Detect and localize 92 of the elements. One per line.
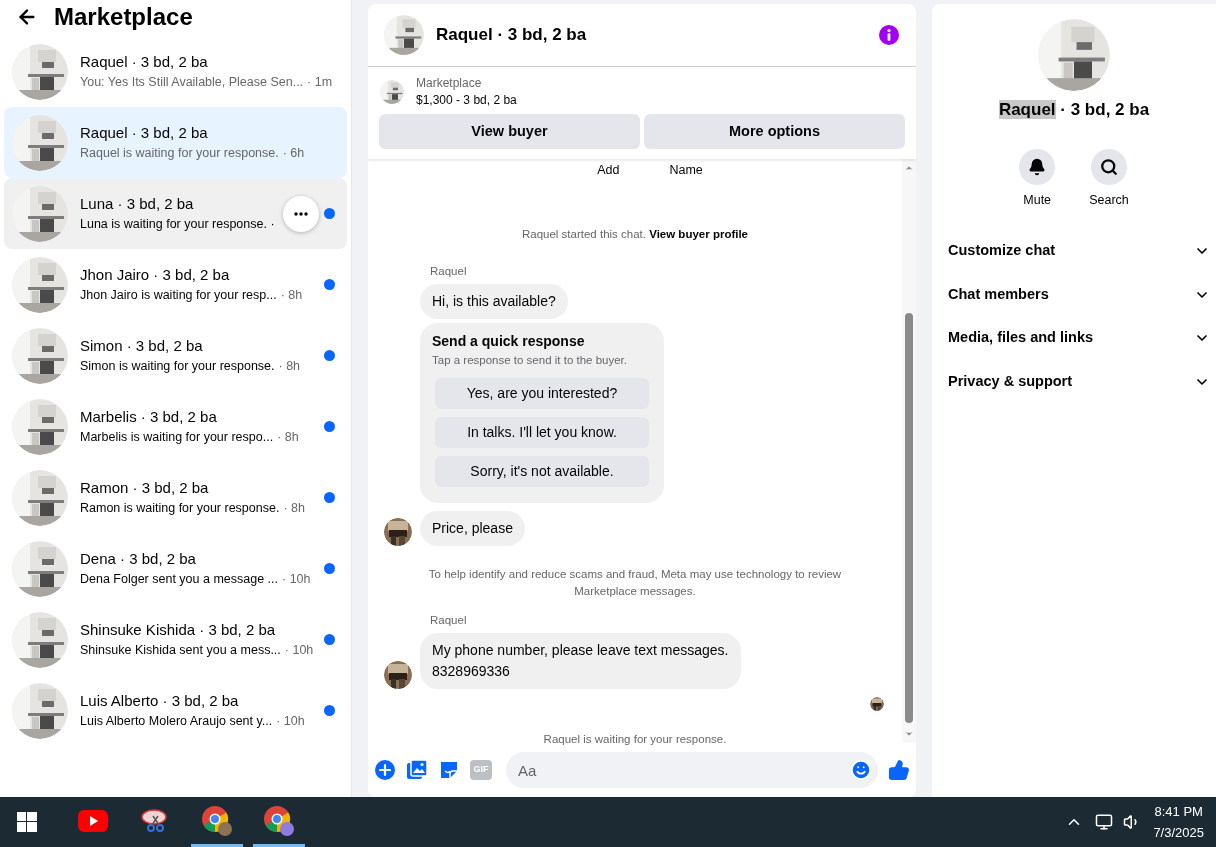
scrollbar[interactable] [902, 159, 916, 743]
message-bubble: My phone number, please leave text messages. 8328969336 [420, 633, 741, 690]
conversation-item[interactable]: Raquel · 3 bd, 2 ba Raquel is waiting for your response. · 6h [4, 107, 347, 178]
chat-notice: Raquel is waiting for your response. [542, 732, 728, 748]
conversation-item[interactable]: Dena · 3 bd, 2 ba Dena Folger sent you a message ... · 10h [4, 533, 347, 604]
message-time: · 8h [280, 287, 303, 305]
conversation-name: Shinsuke Kishida · 3 bd, 2 ba [80, 619, 276, 640]
scroll-up-icon[interactable] [904, 163, 914, 173]
conversation-name: Raquel · 3 bd, 2 ba [80, 51, 208, 72]
details-section[interactable]: Media, files and links [932, 316, 1216, 360]
conversation-name: Simon · 3 bd, 2 ba [80, 335, 203, 356]
message-preview: Shinsuke Kishida sent you a mess... [80, 642, 281, 660]
chat-notice: To help identify and reduce scams and fraud, Meta may use technology to review Marketplace messages. [427, 566, 843, 599]
conversation-item[interactable]: Marbelis · 3 bd, 2 ba Marbelis is waiting for your respo... · 8h [4, 391, 347, 462]
message-time: · 6h [282, 145, 305, 163]
conversation-name: Ramon · 3 bd, 2 ba [80, 477, 209, 498]
conversation-name: Luis Alberto · 3 bd, 2 ba [80, 690, 239, 711]
contact-name: Raquel · 3 bd, 2 ba [998, 99, 1150, 121]
quick-response-title: Send a quick response [432, 332, 586, 352]
conversation-item[interactable]: Simon · 3 bd, 2 ba Simon is waiting for your response. · 8h [4, 320, 347, 391]
details-section[interactable]: Privacy & support [932, 359, 1216, 404]
message-preview: You: Yes Its Still Available, Please Sen... [80, 74, 304, 92]
message-time: · 8h [277, 429, 299, 447]
message-time: · 8h [278, 358, 301, 376]
like-icon[interactable] [888, 759, 910, 781]
message-preview: Raquel is waiting for your response. [80, 145, 279, 163]
conversation-name: Dena · 3 bd, 2 ba [80, 548, 196, 569]
more-icon [294, 211, 308, 216]
conversation-item[interactable]: Raquel · 3 bd, 2 ba You: Yes Its Still Available, Please Sen... · 1m [4, 36, 347, 107]
quick-response-button[interactable]: Sorry, it's not available. [435, 455, 649, 487]
message-input[interactable]: Aa [506, 752, 878, 788]
message-bubble: Price, please [420, 510, 525, 546]
clock-time: 8:41 PM [1154, 803, 1203, 821]
quick-response-button[interactable]: In talks. I'll let you know. [435, 416, 649, 448]
message-preview: Luis Alberto Molero Araujo sent y... [80, 713, 273, 731]
message-time: · 10h [284, 642, 314, 660]
browser-app-icon [201, 804, 233, 837]
action-label: Search [1089, 191, 1129, 209]
sender-name: Raquel [430, 264, 468, 279]
listing-summary: $1,300 - 3 bd, 2 ba [416, 92, 517, 109]
more-options-button[interactable] [283, 195, 319, 232]
quick-response-subtitle: Tap a response to send it to the buyer. [432, 353, 628, 369]
bell-icon [1028, 157, 1047, 176]
sticker-icon[interactable] [438, 759, 460, 781]
message-preview: Ramon is waiting for your response. [80, 500, 280, 518]
conversation-name: Raquel · 3 bd, 2 ba [80, 122, 208, 143]
clock-date: 7/3/2025 [1153, 824, 1204, 842]
conversation-name: Marbelis · 3 bd, 2 ba [80, 406, 217, 427]
scroll-down-icon[interactable] [904, 729, 914, 739]
page-title: Marketplace [54, 2, 193, 32]
action-label: Mute [1023, 191, 1052, 209]
mute-button[interactable] [1019, 148, 1056, 185]
browser-app-icon [263, 804, 295, 837]
info-icon[interactable] [878, 24, 900, 46]
emoji-icon[interactable] [850, 759, 872, 781]
header-label: Name [669, 162, 703, 179]
message-bubble: Hi, is this available? [420, 284, 568, 320]
details-section[interactable]: Chat members [932, 272, 1216, 317]
sender-name: Raquel [430, 613, 468, 628]
conversation-name: Jhon Jairo · 3 bd, 2 ba [80, 264, 230, 285]
conversation-item[interactable]: Jhon Jairo · 3 bd, 2 ba Jhon Jairo is waiting for your resp... · 8h [4, 249, 347, 320]
conversation-item[interactable]: Luis Alberto · 3 bd, 2 ba Luis Alberto Molero Araujo sent y... · 10h [4, 675, 347, 746]
search-button[interactable] [1091, 148, 1127, 185]
conversation-item[interactable]: Ramon · 3 bd, 2 ba Ramon is waiting for your response. · 8h [4, 462, 347, 533]
message-preview: Simon is waiting for your response. [80, 358, 275, 376]
scissors-app-icon [141, 806, 169, 835]
search-icon [1100, 157, 1118, 176]
message-time: · 8h [283, 500, 305, 518]
message-time: · 10h [282, 571, 311, 589]
message-time: · 1m [307, 74, 333, 92]
message-preview: Luna is waiting for your response. · [80, 216, 275, 234]
message-preview: Dena Folger sent you a message ... [80, 571, 279, 589]
conversation-item[interactable]: Luna · 3 bd, 2 ba Luna is waiting for your response. · [4, 178, 347, 249]
quick-response-button[interactable]: Yes, are you interested? [435, 377, 649, 409]
image-icon[interactable] [406, 759, 428, 781]
listing-action-button[interactable]: More options [644, 114, 905, 149]
video-app-icon [78, 809, 108, 832]
conversation-item[interactable]: Shinsuke Kishida · 3 bd, 2 ba Shinsuke Kishida sent you a mess... · 10h [4, 604, 347, 675]
view-buyer-profile-link[interactable]: View buyer profile [649, 227, 749, 240]
header-label: Add [597, 162, 620, 179]
listing-action-button[interactable]: View buyer [379, 114, 640, 149]
windows-start-icon[interactable] [17, 812, 37, 832]
chat-title: Raquel · 3 bd, 2 ba [436, 24, 588, 47]
message-time: · 10h [276, 713, 305, 731]
listing-source: Marketplace [416, 75, 483, 92]
message-preview: Jhon Jairo is waiting for your resp... [80, 287, 277, 305]
plus-icon[interactable] [374, 759, 396, 781]
details-section[interactable]: Customize chat [932, 229, 1216, 273]
chat-start-notice: Raquel started this chat. View buyer profile [520, 226, 750, 242]
network-icon[interactable] [1095, 813, 1114, 831]
conversation-name: Luna · 3 bd, 2 ba [80, 193, 194, 214]
message-preview: Marbelis is waiting for your respo... [80, 429, 274, 447]
